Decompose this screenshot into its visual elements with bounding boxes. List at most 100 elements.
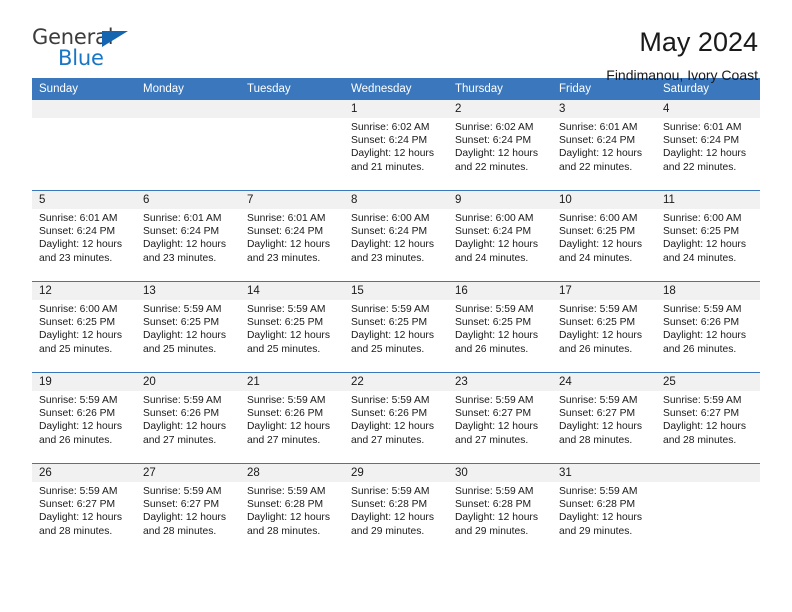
calendar-cell-inner: 5 Sunrise: 6:01 AM Sunset: 6:24 PM Daylight… (32, 191, 136, 281)
day-details: Sunrise: 5:59 AM Sunset: 6:25 PM Daylight:… (240, 300, 344, 356)
page-title: May 2024 (639, 27, 758, 57)
calendar-cell-day[interactable]: 5 Sunrise: 6:01 AM Sunset: 6:24 PM Daylight… (32, 190, 136, 282)
calendar-cell-day[interactable]: 23 Sunrise: 5:59 AM Sunset: 6:27 PM Dayligh… (448, 372, 552, 464)
calendar-cell-inner: 23 Sunrise: 5:59 AM Sunset: 6:27 PM Dayligh… (448, 373, 552, 463)
day-details: Sunrise: 6:01 AM Sunset: 6:24 PM Daylight:… (656, 118, 760, 174)
sunset-text: Sunset: 6:24 PM (247, 226, 324, 238)
calendar-body: 1 Sunrise: 6:02 AM Sunset: 6:24 PM Daylight… (32, 100, 760, 554)
daylight-text-line1: Daylight: 12 hours (559, 421, 642, 433)
day-number: 29 (344, 464, 448, 482)
calendar-cell-day[interactable]: 30 Sunrise: 5:59 AM Sunset: 6:28 PM Dayligh… (448, 463, 552, 554)
sunrise-text: Sunrise: 6:00 AM (559, 213, 638, 224)
sunset-text: Sunset: 6:26 PM (39, 408, 116, 420)
day-details: Sunrise: 6:01 AM Sunset: 6:24 PM Daylight:… (32, 209, 136, 265)
calendar-cell-inner: 9 Sunrise: 6:00 AM Sunset: 6:24 PM Daylight… (448, 191, 552, 281)
calendar-cell-day[interactable]: 12 Sunrise: 6:00 AM Sunset: 6:25 PM Dayligh… (32, 281, 136, 373)
calendar-cell-day[interactable]: 1 Sunrise: 6:02 AM Sunset: 6:24 PM Daylight… (344, 100, 448, 191)
weekday-header-wednesday: Wednesday (344, 78, 448, 100)
daylight-text-line1: Daylight: 12 hours (559, 330, 642, 342)
calendar-cell-inner: 29 Sunrise: 5:59 AM Sunset: 6:28 PM Dayligh… (344, 464, 448, 554)
triangle-icon (102, 31, 128, 47)
sunset-text: Sunset: 6:24 PM (143, 226, 220, 238)
calendar-cell-day[interactable]: 4 Sunrise: 6:01 AM Sunset: 6:24 PM Daylight… (656, 100, 760, 191)
daylight-text-line1: Daylight: 12 hours (663, 148, 746, 160)
calendar-cell-day[interactable]: 19 Sunrise: 5:59 AM Sunset: 6:26 PM Dayligh… (32, 372, 136, 464)
daylight-text-line2: and 27 minutes. (351, 434, 425, 446)
daylight-text-line1: Daylight: 12 hours (247, 330, 330, 342)
daylight-text-line1: Daylight: 12 hours (39, 330, 122, 342)
day-details (656, 482, 760, 485)
day-details (32, 118, 136, 121)
daylight-text-line2: and 22 minutes. (559, 161, 633, 173)
calendar-cell-day[interactable]: 14 Sunrise: 5:59 AM Sunset: 6:25 PM Dayligh… (240, 281, 344, 373)
calendar-cell-day[interactable]: 13 Sunrise: 5:59 AM Sunset: 6:25 PM Dayligh… (136, 281, 240, 373)
daylight-text-line1: Daylight: 12 hours (39, 421, 122, 433)
day-details (136, 118, 240, 121)
daylight-text-line1: Daylight: 12 hours (351, 148, 434, 160)
day-number: 7 (240, 191, 344, 209)
calendar-cell-day[interactable]: 28 Sunrise: 5:59 AM Sunset: 6:28 PM Dayligh… (240, 463, 344, 554)
calendar-cell-day[interactable]: 16 Sunrise: 5:59 AM Sunset: 6:25 PM Dayligh… (448, 281, 552, 373)
sunrise-text: Sunrise: 6:00 AM (39, 304, 118, 315)
calendar-cell-day[interactable]: 7 Sunrise: 6:01 AM Sunset: 6:24 PM Daylight… (240, 190, 344, 282)
daylight-text-line2: and 28 minutes. (247, 525, 321, 537)
calendar-cell-day[interactable]: 15 Sunrise: 5:59 AM Sunset: 6:25 PM Dayligh… (344, 281, 448, 373)
sunrise-text: Sunrise: 5:59 AM (247, 304, 326, 315)
daylight-text-line1: Daylight: 12 hours (559, 239, 642, 251)
calendar-cell-inner: 15 Sunrise: 5:59 AM Sunset: 6:25 PM Dayligh… (344, 282, 448, 372)
day-details: Sunrise: 6:01 AM Sunset: 6:24 PM Daylight:… (136, 209, 240, 265)
sunrise-text: Sunrise: 5:59 AM (559, 395, 638, 406)
calendar-cell-day[interactable]: 26 Sunrise: 5:59 AM Sunset: 6:27 PM Dayligh… (32, 463, 136, 554)
day-number: 10 (552, 191, 656, 209)
day-number: 16 (448, 282, 552, 300)
sunrise-text: Sunrise: 5:59 AM (143, 395, 222, 406)
sunrise-text: Sunrise: 5:59 AM (351, 395, 430, 406)
calendar-cell-day[interactable]: 3 Sunrise: 6:01 AM Sunset: 6:24 PM Daylight… (552, 100, 656, 191)
calendar-cell-day[interactable]: 8 Sunrise: 6:00 AM Sunset: 6:24 PM Daylight… (344, 190, 448, 282)
calendar-cell-day[interactable]: 22 Sunrise: 5:59 AM Sunset: 6:26 PM Dayligh… (344, 372, 448, 464)
daylight-text-line1: Daylight: 12 hours (455, 512, 538, 524)
day-number: 2 (448, 100, 552, 118)
calendar-cell-day[interactable]: 25 Sunrise: 5:59 AM Sunset: 6:27 PM Dayligh… (656, 372, 760, 464)
daylight-text-line2: and 23 minutes. (351, 252, 425, 264)
day-details: Sunrise: 5:59 AM Sunset: 6:27 PM Daylight:… (656, 391, 760, 447)
sunset-text: Sunset: 6:27 PM (143, 499, 220, 511)
calendar-cell-day[interactable]: 29 Sunrise: 5:59 AM Sunset: 6:28 PM Dayligh… (344, 463, 448, 554)
calendar-cell-day[interactable]: 18 Sunrise: 5:59 AM Sunset: 6:26 PM Dayligh… (656, 281, 760, 373)
general-blue-logo[interactable]: General Blue (32, 26, 152, 72)
calendar-cell-inner: 3 Sunrise: 6:01 AM Sunset: 6:24 PM Daylight… (552, 100, 656, 190)
day-number: 28 (240, 464, 344, 482)
day-number: 15 (344, 282, 448, 300)
calendar-cell-day[interactable]: 31 Sunrise: 5:59 AM Sunset: 6:28 PM Dayligh… (552, 463, 656, 554)
day-number (656, 464, 760, 482)
day-details: Sunrise: 5:59 AM Sunset: 6:28 PM Daylight:… (240, 482, 344, 538)
calendar-cell-day[interactable]: 21 Sunrise: 5:59 AM Sunset: 6:26 PM Dayligh… (240, 372, 344, 464)
daylight-text-line1: Daylight: 12 hours (663, 421, 746, 433)
day-number: 22 (344, 373, 448, 391)
daylight-text-line1: Daylight: 12 hours (247, 512, 330, 524)
calendar-cell-day[interactable]: 11 Sunrise: 6:00 AM Sunset: 6:25 PM Dayligh… (656, 190, 760, 282)
day-details: Sunrise: 6:00 AM Sunset: 6:25 PM Daylight:… (656, 209, 760, 265)
sunset-text: Sunset: 6:24 PM (455, 226, 532, 238)
logo-text-blue: Blue (58, 46, 104, 70)
day-number: 13 (136, 282, 240, 300)
daylight-text-line2: and 29 minutes. (455, 525, 529, 537)
sunrise-text: Sunrise: 5:59 AM (351, 304, 430, 315)
calendar-cell-day[interactable]: 10 Sunrise: 6:00 AM Sunset: 6:25 PM Dayligh… (552, 190, 656, 282)
daylight-text-line2: and 26 minutes. (39, 434, 113, 446)
calendar-cell-day[interactable]: 17 Sunrise: 5:59 AM Sunset: 6:25 PM Dayligh… (552, 281, 656, 373)
calendar-cell-day[interactable]: 27 Sunrise: 5:59 AM Sunset: 6:27 PM Dayligh… (136, 463, 240, 554)
daylight-text-line1: Daylight: 12 hours (351, 330, 434, 342)
sunrise-text: Sunrise: 6:02 AM (455, 122, 534, 133)
calendar-cell-day[interactable]: 9 Sunrise: 6:00 AM Sunset: 6:24 PM Daylight… (448, 190, 552, 282)
calendar-cell-day[interactable]: 20 Sunrise: 5:59 AM Sunset: 6:26 PM Dayligh… (136, 372, 240, 464)
weekday-header-thursday: Thursday (448, 78, 552, 100)
calendar-cell-day[interactable]: 24 Sunrise: 5:59 AM Sunset: 6:27 PM Dayligh… (552, 372, 656, 464)
sunrise-text: Sunrise: 6:01 AM (663, 122, 742, 133)
calendar-cell-inner (240, 100, 344, 190)
calendar-cell-day[interactable]: 6 Sunrise: 6:01 AM Sunset: 6:24 PM Daylight… (136, 190, 240, 282)
calendar-cell-day[interactable]: 2 Sunrise: 6:02 AM Sunset: 6:24 PM Daylight… (448, 100, 552, 191)
daylight-text-line1: Daylight: 12 hours (143, 330, 226, 342)
daylight-text-line2: and 25 minutes. (39, 343, 113, 355)
calendar-cell-inner: 13 Sunrise: 5:59 AM Sunset: 6:25 PM Dayligh… (136, 282, 240, 372)
